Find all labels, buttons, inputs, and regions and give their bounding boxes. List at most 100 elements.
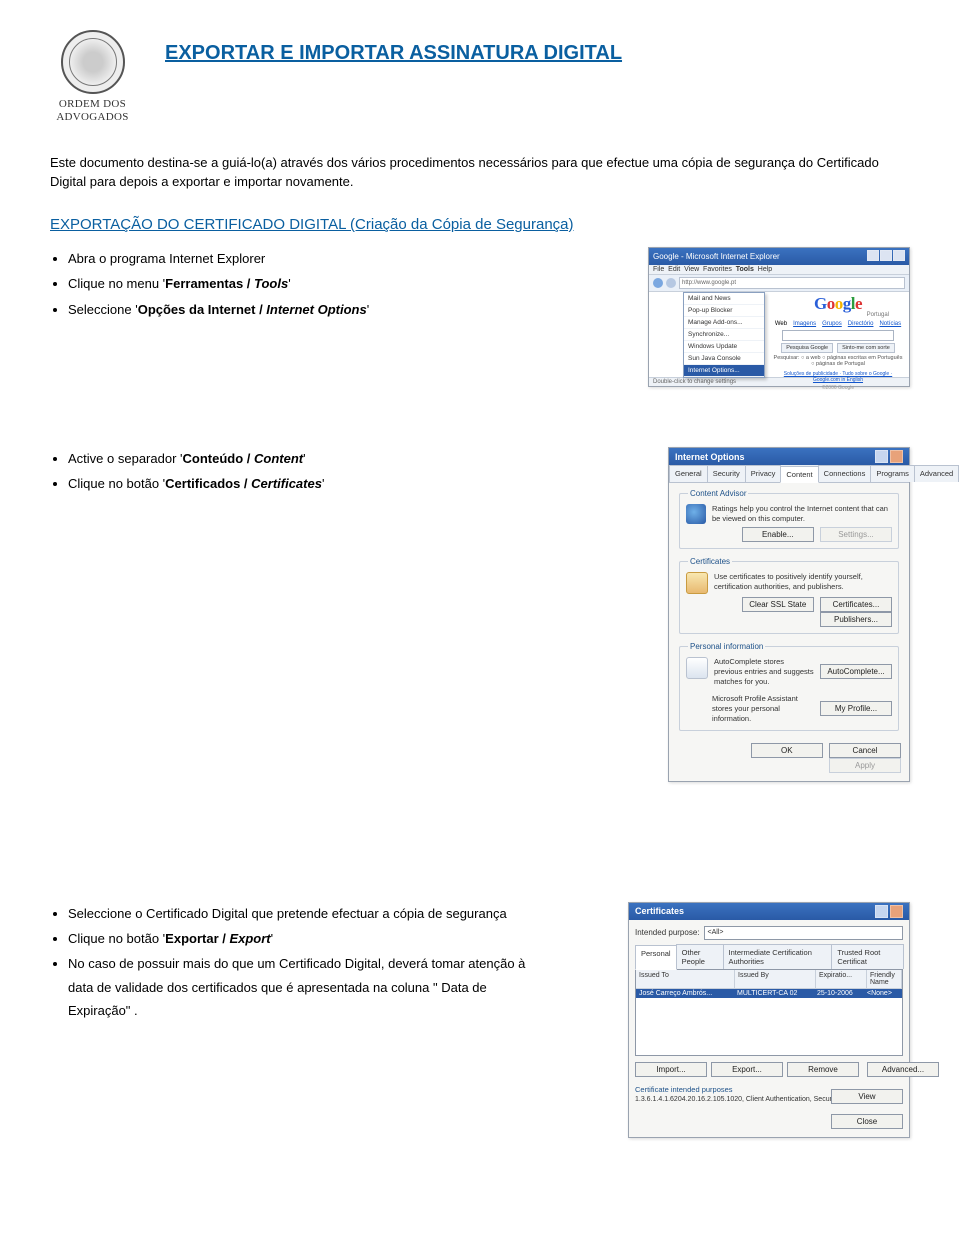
ie-toolbar: http://www.google.pt (649, 275, 909, 292)
cancel-button: Cancel (829, 743, 901, 758)
globe-icon (686, 504, 706, 524)
bullet-content-tab: Active o separador 'Conteúdo / Content' (68, 447, 324, 470)
google-footer-links: Soluções de publicidade · Tudo sobre o G… (773, 371, 903, 383)
google-nav: Web Imagens Grupos Directório Notícias (773, 321, 903, 327)
intended-purpose-row: Intended purpose: <All> (635, 926, 903, 940)
group-title: Content Advisor (688, 489, 748, 498)
logo-line1: ORDEM DOS (59, 98, 126, 110)
menu-item: Manage Add-ons... (684, 317, 764, 329)
google-logo-icon: Google (773, 294, 903, 314)
screenshot-ie-google: Google - Microsoft Internet Explorer Fil… (648, 247, 910, 387)
cell-issued-to: José Carreço Ambrós... (636, 989, 734, 998)
ie-body: Mail and News Pop-up Blocker Manage Add-… (649, 292, 909, 377)
google-buttons: Pesquisa Google Sinto-me com sorte (773, 343, 903, 353)
col-friendly-name: Friendly Name (867, 970, 902, 988)
tab-other-people: Other People (676, 944, 724, 969)
close-button: Close (831, 1114, 903, 1129)
bullet-expiration-note: No caso de possuir mais do que um Certif… (68, 952, 548, 1022)
bullet-select-cert: Seleccione o Certificado Digital que pre… (68, 902, 548, 925)
cell-issued-by: MULTICERT-CA 02 (734, 989, 814, 998)
section-title: EXPORTAÇÃO DO CERTIFICADO DIGITAL (Criaç… (50, 216, 910, 233)
menu-item: Sun Java Console (684, 353, 764, 365)
col-expiration: Expiratio... (816, 970, 867, 988)
group-title: Certificates (688, 557, 732, 566)
col-issued-to: Issued To (636, 970, 735, 988)
bullet-select-internet-options: Seleccione 'Opções da Internet / Interne… (68, 298, 369, 321)
content-advisor-text: Ratings help you control the Internet co… (712, 504, 892, 524)
logo-line2: ADVOGADOS (56, 111, 128, 123)
bullet-certificates-button: Clique no botão 'Certificados / Certific… (68, 472, 324, 495)
certs-titlebar: Certificates (629, 903, 909, 920)
ie-window-title: Google - Microsoft Internet Explorer (653, 252, 780, 261)
step-2-block: Active o separador 'Conteúdo / Content' … (50, 447, 910, 782)
logo-emblem-icon (61, 30, 125, 94)
tab-personal: Personal (635, 945, 677, 970)
col-issued-by: Issued By (735, 970, 816, 988)
tab-connections: Connections (818, 465, 872, 482)
certs-footer: Close (635, 1114, 903, 1129)
ie-titlebar: Google - Microsoft Internet Explorer (649, 248, 909, 265)
tab-advanced: Advanced (914, 465, 959, 482)
menu-item: Synchronize... (684, 329, 764, 341)
certs-body: Intended purpose: <All> Personal Other P… (629, 920, 909, 1137)
io-title-text: Internet Options (675, 452, 745, 462)
certs-list: Issued To Issued By Expiratio... Friendl… (635, 969, 903, 1056)
tab-programs: Programs (870, 465, 915, 482)
menu-item: Mail and News (684, 293, 764, 305)
tab-content: Content (780, 466, 818, 483)
intro-paragraph: Este documento destina-se a guiá-lo(a) a… (50, 154, 910, 192)
window-controls-icon (875, 905, 903, 918)
tab-security: Security (707, 465, 746, 482)
screenshot-internet-options: Internet Options General Security Privac… (668, 447, 910, 782)
window-controls-icon (866, 250, 905, 263)
page-title: EXPORTAR E IMPORTAR ASSINATURA DIGITAL (165, 42, 622, 65)
google-area: Google Portugal Web Imagens Grupos Direc… (773, 294, 903, 391)
ie-menubar: File Edit View Favorites Tools Help (649, 265, 909, 275)
my-profile-button: My Profile... (820, 701, 892, 716)
group-content-advisor: Content Advisor Ratings help you control… (679, 489, 899, 549)
bullet-click-export: Clique no botão 'Exportar / Export' (68, 927, 548, 950)
advanced-button: Advanced... (867, 1062, 939, 1077)
google-search-box (782, 330, 894, 341)
certificate-icon (686, 572, 708, 594)
clear-ssl-button: Clear SSL State (742, 597, 814, 612)
tab-privacy: Privacy (745, 465, 782, 482)
certs-buttons: Import... Export... Remove Advanced... (635, 1062, 903, 1077)
group-title: Personal information (688, 642, 765, 651)
io-footer-buttons: OK Cancel Apply (677, 739, 901, 773)
step-1-bullets: Abra o programa Internet Explorer Clique… (50, 247, 369, 323)
enable-button: Enable... (742, 527, 814, 542)
step-3-bullets: Seleccione o Certificado Digital que pre… (50, 902, 548, 1025)
settings-button: Settings... (820, 527, 892, 542)
screenshot-certificates: Certificates Intended purpose: <All> Per… (628, 902, 910, 1138)
certs-title: Certificates (635, 906, 684, 916)
google-copyright: ©2006 Google (773, 385, 903, 391)
intended-purpose-select: <All> (704, 926, 904, 940)
intended-purpose-label: Intended purpose: (635, 928, 700, 937)
menu-item-internet-options: Internet Options... (684, 365, 764, 377)
cell-friendly-name: <None> (864, 989, 902, 998)
cert-row-selected: José Carreço Ambrós... MULTICERT-CA 02 2… (636, 989, 902, 998)
logo-block: ORDEM DOS ADVOGADOS (50, 30, 135, 124)
profile-text: Microsoft Profile Assistant stores your … (712, 694, 814, 723)
certs-list-header: Issued To Issued By Expiratio... Friendl… (636, 970, 902, 989)
autocomplete-icon (686, 657, 708, 679)
view-button: View (831, 1089, 903, 1104)
io-body: Content Advisor Ratings help you control… (669, 483, 909, 781)
remove-button: Remove (787, 1062, 859, 1077)
menu-item: Pop-up Blocker (684, 305, 764, 317)
bullet-open-ie: Abra o programa Internet Explorer (68, 247, 369, 270)
document-header: ORDEM DOS ADVOGADOS EXPORTAR E IMPORTAR … (50, 30, 910, 124)
step-1-block: Abra o programa Internet Explorer Clique… (50, 247, 910, 387)
io-tabs: General Security Privacy Content Connect… (669, 465, 909, 483)
group-personal-information: Personal information AutoComplete stores… (679, 642, 899, 731)
io-titlebar: Internet Options (669, 448, 909, 465)
publishers-button: Publishers... (820, 612, 892, 627)
autocomplete-text: AutoComplete stores previous entries and… (714, 657, 814, 686)
ok-button: OK (751, 743, 823, 758)
step-3-block: Seleccione o Certificado Digital que pre… (50, 902, 910, 1138)
menu-item: Windows Update (684, 341, 764, 353)
certificates-text: Use certificates to positively identify … (714, 572, 892, 592)
certs-tabs: Personal Other People Intermediate Certi… (635, 944, 903, 970)
certificates-button: Certificates... (820, 597, 892, 612)
